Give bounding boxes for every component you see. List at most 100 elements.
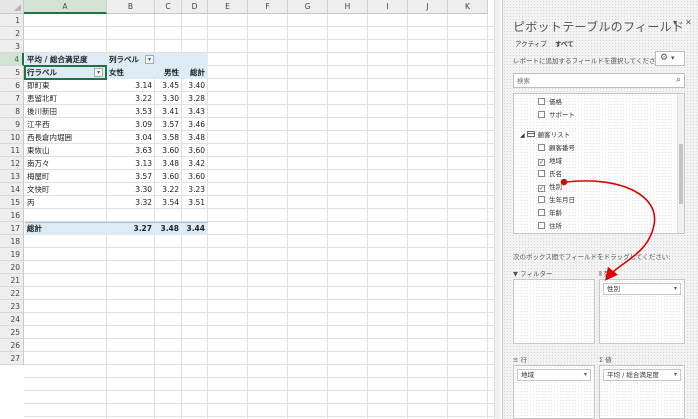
pivot-value-cell[interactable]: 3.13: [107, 157, 155, 170]
col-header-female[interactable]: 女性: [107, 66, 155, 79]
pivot-value-cell[interactable]: 3.53: [107, 105, 155, 118]
table-node-customer-list[interactable]: ◢ 顧客リスト: [520, 129, 570, 141]
grand-total-female[interactable]: 3.27: [107, 222, 155, 235]
field-checkbox[interactable]: [538, 170, 545, 177]
column-header-e[interactable]: E: [208, 0, 248, 14]
pivot-value-cell[interactable]: 3.30: [155, 92, 182, 105]
column-header-f[interactable]: F: [248, 0, 288, 14]
pivot-value-cell[interactable]: 3.43: [182, 105, 208, 118]
pivot-value-cell[interactable]: 3.45: [155, 79, 182, 92]
pivot-value-cell[interactable]: 3.60: [155, 170, 182, 183]
grand-total-overall[interactable]: 3.44: [182, 222, 208, 235]
pivot-row-label[interactable]: 南万々: [25, 157, 107, 170]
pivot-value-cell[interactable]: 3.42: [182, 157, 208, 170]
pivot-value-cell[interactable]: 3.48: [155, 157, 182, 170]
column-header-h[interactable]: H: [328, 0, 368, 14]
pivot-value-cell[interactable]: 3.57: [107, 170, 155, 183]
pivot-value-cell[interactable]: 3.60: [182, 144, 208, 157]
pivot-row-label[interactable]: 丙: [25, 196, 107, 209]
field-item[interactable]: 地域: [538, 155, 562, 167]
field-checkbox[interactable]: [538, 209, 545, 216]
column-header-k[interactable]: K: [448, 0, 488, 14]
chevron-down-icon[interactable]: ▾: [674, 370, 677, 380]
row-header-14[interactable]: 14: [0, 183, 24, 196]
pivot-value-cell[interactable]: 3.22: [155, 183, 182, 196]
column-header-g[interactable]: G: [288, 0, 328, 14]
field-item[interactable]: 住所: [538, 220, 562, 232]
row-header-6[interactable]: 6: [0, 79, 24, 92]
field-checkbox[interactable]: [538, 185, 545, 192]
row-header-18[interactable]: 18: [0, 235, 24, 248]
pane-options-dropdown-icon[interactable]: ▾: [673, 18, 677, 27]
pivot-value-cell[interactable]: 3.46: [182, 118, 208, 131]
field-search-box[interactable]: ⌕: [513, 73, 685, 88]
pivot-value-cell[interactable]: 3.48: [182, 131, 208, 144]
row-header-1[interactable]: 1: [0, 14, 24, 27]
row-header-2[interactable]: 2: [0, 27, 24, 40]
row-header-7[interactable]: 7: [0, 92, 24, 105]
tab-all[interactable]: すべて: [555, 38, 574, 48]
rows-drop-area[interactable]: 地域 ▾: [513, 365, 595, 419]
row-header-20[interactable]: 20: [0, 261, 24, 274]
spreadsheet-grid[interactable]: ABCDEFGHIJK 1 2 3 4 5 6 7 8 9 10 11 12 13 14 15 16 17 18 1…: [0, 0, 500, 419]
pivot-row-label[interactable]: 後川新田: [25, 105, 107, 118]
column-labels-filter-button[interactable]: ▾: [145, 55, 154, 64]
pivot-value-cell[interactable]: 3.09: [107, 118, 155, 131]
columns-field-gender[interactable]: 性別 ▾: [603, 283, 681, 295]
row-header-25[interactable]: 25: [0, 326, 24, 339]
values-drop-area[interactable]: 平均 / 総合満足度 ▾: [599, 365, 685, 419]
column-header-d[interactable]: D: [182, 0, 208, 14]
field-checkbox[interactable]: [538, 98, 545, 105]
pivot-value-cell[interactable]: 3.14: [107, 79, 155, 92]
column-header-j[interactable]: J: [408, 0, 448, 14]
pivot-value-cell[interactable]: 3.32: [107, 196, 155, 209]
row-header-13[interactable]: 13: [0, 170, 24, 183]
pivot-value-cell[interactable]: 3.60: [182, 170, 208, 183]
pivot-row-label[interactable]: 東恢山: [25, 144, 107, 157]
chevron-down-icon[interactable]: ▾: [674, 284, 677, 294]
field-item[interactable]: 価格: [538, 96, 562, 108]
pivot-value-cell[interactable]: 3.28: [182, 92, 208, 105]
pivot-row-label[interactable]: 即町東: [25, 79, 107, 92]
tab-active[interactable]: アクティブ: [515, 38, 547, 48]
field-checkbox[interactable]: [538, 144, 545, 151]
row-header-3[interactable]: 3: [0, 40, 24, 53]
values-field-avg-satisfaction[interactable]: 平均 / 総合満足度 ▾: [603, 369, 681, 381]
row-header-5[interactable]: 5: [0, 66, 24, 79]
vertical-scrollbar[interactable]: [494, 0, 500, 419]
field-checkbox[interactable]: [538, 111, 545, 118]
pivot-row-label[interactable]: 文快町: [25, 183, 107, 196]
pivot-value-cell[interactable]: 3.04: [107, 131, 155, 144]
pivot-value-cell[interactable]: 3.41: [155, 105, 182, 118]
row-header-16[interactable]: 16: [0, 209, 24, 222]
field-item[interactable]: 生年月日: [538, 194, 575, 206]
column-header-i[interactable]: I: [368, 0, 408, 14]
close-icon[interactable]: ✕: [685, 18, 692, 27]
grand-total-label[interactable]: 総計: [25, 222, 107, 235]
pivot-row-label[interactable]: 西長倉内堀囲: [25, 131, 107, 144]
field-checkbox[interactable]: [538, 196, 545, 203]
select-all-corner[interactable]: [0, 0, 24, 14]
filter-drop-area[interactable]: [513, 279, 595, 344]
pivot-value-cell[interactable]: 3.58: [155, 131, 182, 144]
row-header-26[interactable]: 26: [0, 339, 24, 352]
row-header-15[interactable]: 15: [0, 196, 24, 209]
field-item[interactable]: 性別: [538, 181, 562, 193]
row-header-8[interactable]: 8: [0, 105, 24, 118]
col-header-total[interactable]: 総計: [182, 66, 208, 79]
field-checkbox[interactable]: [538, 159, 545, 166]
pivot-value-cell[interactable]: 3.30: [107, 183, 155, 196]
row-header-4[interactable]: 4: [0, 53, 24, 66]
pivot-value-cell[interactable]: 3.60: [155, 144, 182, 157]
pivot-value-cell[interactable]: 3.63: [107, 144, 155, 157]
row-header-17[interactable]: 17: [0, 222, 24, 235]
field-settings-button[interactable]: ⚙ ▾: [655, 51, 685, 66]
field-list-scrollbar[interactable]: [677, 94, 684, 233]
field-list[interactable]: 価格サポート ◢ 顧客リスト顧客番号地域氏名性別生年月日年齢住所: [513, 93, 685, 234]
row-header-27[interactable]: 27: [0, 352, 24, 365]
field-item[interactable]: 顧客番号: [538, 142, 575, 154]
row-header-23[interactable]: 23: [0, 300, 24, 313]
pivot-row-label[interactable]: 梅屋町: [25, 170, 107, 183]
row-header-24[interactable]: 24: [0, 313, 24, 326]
row-header-22[interactable]: 22: [0, 287, 24, 300]
